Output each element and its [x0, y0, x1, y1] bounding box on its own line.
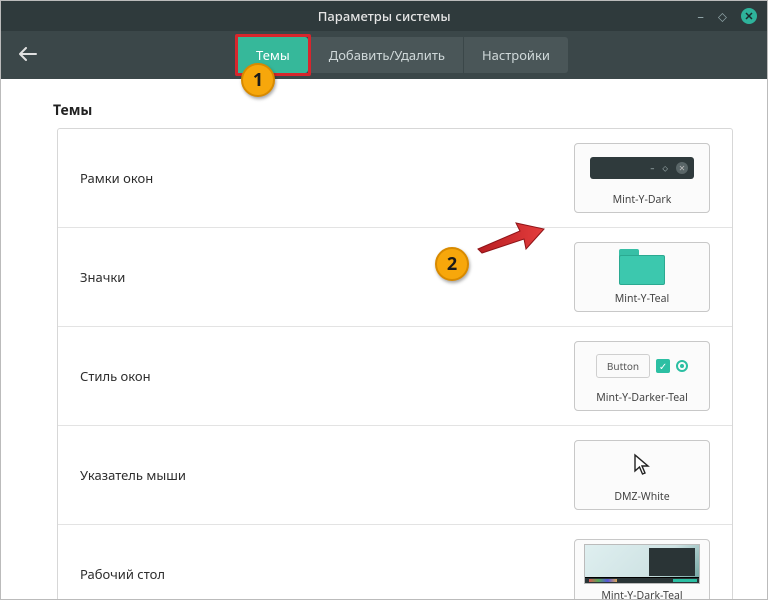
- desktop-preview: [584, 546, 700, 582]
- row-cursor: Указатель мыши DMZ-White: [58, 426, 732, 525]
- themes-panel: Рамки окон –⬦✕ Mint-Y-Dark Значки: [57, 128, 733, 599]
- row-icons: Значки Mint-Y-Teal: [58, 228, 732, 327]
- checkbox-icon: ✓: [656, 359, 670, 373]
- window-controls: – ⬦ ✕: [697, 7, 757, 25]
- frame-preview-icon: –⬦✕: [590, 157, 694, 179]
- cursor-selector[interactable]: DMZ-White: [574, 440, 710, 510]
- window-title: Параметры системы: [71, 7, 697, 25]
- radio-icon: [676, 360, 688, 372]
- annotation-callout-1: 1: [241, 63, 275, 97]
- folder-icon: [619, 249, 665, 285]
- icons-selector[interactable]: Mint-Y-Teal: [574, 242, 710, 312]
- annotation-arrow-icon: [476, 219, 546, 255]
- toolbar: Темы Добавить/Удалить Настройки: [1, 31, 767, 79]
- tab-group: Темы Добавить/Удалить Настройки: [235, 34, 568, 76]
- window-borders-selector[interactable]: –⬦✕ Mint-Y-Dark: [574, 143, 710, 213]
- tab-add-remove[interactable]: Добавить/Удалить: [311, 37, 463, 73]
- row-window-borders: Рамки окон –⬦✕ Mint-Y-Dark: [58, 129, 732, 228]
- annotation-callout-2: 2: [435, 247, 469, 281]
- row-label: Рамки окон: [80, 169, 153, 187]
- row-label: Указатель мыши: [80, 466, 186, 484]
- tab-settings[interactable]: Настройки: [463, 37, 568, 73]
- content-area: Темы Рамки окон –⬦✕ Mint-Y-Dark Значки: [1, 79, 767, 599]
- selector-value: Mint-Y-Teal: [615, 292, 669, 306]
- settings-window: Параметры системы – ⬦ ✕ Темы Добавить/Уд…: [0, 0, 768, 600]
- selector-value: Mint-Y-Dark-Teal: [601, 589, 682, 599]
- titlebar: Параметры системы – ⬦ ✕: [1, 1, 767, 31]
- section-title: Темы: [53, 101, 733, 120]
- maximize-button[interactable]: ⬦: [718, 7, 727, 25]
- back-button[interactable]: [13, 40, 43, 70]
- controls-preview: Button ✓: [584, 348, 700, 384]
- row-label: Рабочий стол: [80, 565, 165, 583]
- controls-icon: Button ✓: [596, 354, 688, 378]
- desktop-icon: [584, 544, 700, 584]
- window-borders-preview: –⬦✕: [584, 150, 700, 186]
- selector-value: Mint-Y-Dark: [613, 193, 672, 207]
- row-label: Стиль окон: [80, 367, 151, 385]
- selector-value: Mint-Y-Darker-Teal: [596, 391, 688, 405]
- row-desktop: Рабочий стол Mint-Y-Dark-Teal: [58, 525, 732, 599]
- icons-preview: [584, 249, 700, 285]
- close-button[interactable]: ✕: [741, 8, 757, 24]
- row-controls: Стиль окон Button ✓ Mint-Y-Darker-Teal: [58, 327, 732, 426]
- controls-selector[interactable]: Button ✓ Mint-Y-Darker-Teal: [574, 341, 710, 411]
- selector-value: DMZ-White: [614, 490, 669, 504]
- cursor-preview: [584, 447, 700, 483]
- cursor-icon: [633, 453, 651, 477]
- arrow-left-icon: [19, 47, 37, 61]
- desktop-selector[interactable]: Mint-Y-Dark-Teal: [574, 539, 710, 599]
- minimize-button[interactable]: –: [697, 7, 704, 25]
- row-label: Значки: [80, 268, 125, 286]
